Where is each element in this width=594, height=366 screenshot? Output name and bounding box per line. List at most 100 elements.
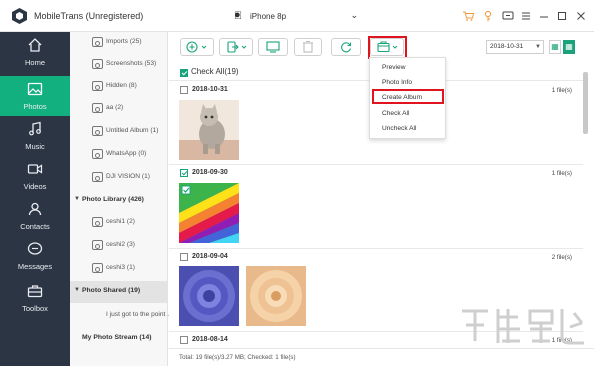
group-name: Photo Library (426) — [82, 196, 144, 203]
group-photo-stream[interactable]: My Photo Stream (14) — [70, 328, 168, 350]
nav-label: Toolbox — [22, 304, 48, 313]
shared-item-name: I just got to the point ... — [106, 311, 173, 318]
status-text: Total: 19 file(s)/3.27 MB; Checked: 1 fi… — [179, 354, 296, 361]
group-checkbox[interactable] — [180, 336, 188, 344]
date-filter[interactable]: 2018-10-31 ▼ — [486, 40, 544, 54]
album-item[interactable]: Untitled Album (1) — [70, 121, 168, 143]
album-item[interactable]: Imports (25) — [70, 32, 168, 54]
album-icon — [92, 217, 103, 227]
nav-label: Music — [25, 142, 45, 151]
device-name: iPhone 8p — [250, 12, 287, 21]
album-name: aa (2) — [106, 104, 124, 111]
nav-videos[interactable]: Videos — [0, 156, 70, 196]
close-icon[interactable] — [575, 10, 587, 22]
album-name: ceshi3 (1) — [106, 264, 135, 271]
group-photo-shared[interactable]: ▼ Photo Shared (19) — [70, 281, 168, 303]
album-name: ceshi2 (3) — [106, 241, 135, 248]
grid-view-button[interactable]: ▦ — [549, 40, 561, 54]
album-name: Imports (25) — [106, 38, 142, 45]
app-title: MobileTrans (Unregistered) — [34, 11, 144, 21]
highlight-box — [372, 89, 444, 104]
refresh-button[interactable] — [331, 38, 361, 56]
group-checkbox[interactable] — [180, 253, 188, 261]
collapse-triangle-icon: ▼ — [74, 196, 80, 202]
thumbnail-view-button[interactable]: ▦ — [563, 40, 575, 54]
divider — [169, 164, 583, 165]
device-selector[interactable]:  ● iPhone 8p ⌄ — [232, 9, 360, 25]
feedback-icon[interactable] — [502, 10, 514, 22]
check-all-label: Check All(19) — [191, 67, 239, 76]
add-button[interactable] — [180, 38, 214, 56]
group-file-count: 1 file(s) — [551, 170, 572, 177]
album-item[interactable]: aa (2) — [70, 98, 168, 120]
nav-contacts[interactable]: Contacts — [0, 196, 70, 236]
shared-item[interactable]: I just got to the point ... — [70, 305, 173, 327]
collapse-triangle-icon: ▼ — [74, 287, 80, 293]
album-item[interactable]: WhatsApp (0) — [70, 144, 168, 166]
nav-messages[interactable]: Messages — [0, 236, 70, 276]
cart-icon[interactable] — [462, 10, 475, 22]
minimize-icon[interactable] — [538, 10, 550, 22]
group-name: Photo Shared (19) — [82, 287, 141, 294]
refresh-icon — [341, 42, 352, 53]
photo-thumbnail-selected[interactable] — [179, 183, 239, 243]
album-icon — [92, 103, 103, 113]
home-icon — [28, 38, 42, 52]
nav-label: Contacts — [20, 222, 50, 231]
album-item[interactable]: Screenshots (53) — [70, 54, 168, 76]
purple-rose-photo — [179, 266, 239, 326]
title-bar: MobileTrans (Unregistered)  ● iPhone 8p… — [0, 0, 594, 32]
photo-thumbnail[interactable] — [246, 266, 306, 326]
photo-thumbnail[interactable] — [179, 100, 239, 160]
album-item[interactable]: ceshi2 (3) — [70, 235, 168, 257]
menu-item-uncheck-all[interactable]: Uncheck All — [370, 122, 447, 138]
album-name: DJI VISION (1) — [106, 173, 150, 180]
rainbow-photo — [179, 183, 239, 243]
menu-icon[interactable] — [520, 10, 532, 22]
delete-button[interactable] — [294, 38, 322, 56]
album-icon — [92, 37, 103, 47]
export-button[interactable] — [219, 38, 253, 56]
thumbnail-icon: ▦ — [565, 42, 573, 51]
music-icon — [29, 121, 41, 136]
kitten-photo — [179, 100, 239, 160]
chevron-down-icon: ⌄ — [350, 10, 358, 20]
watermark-logo — [462, 309, 584, 345]
status-bar: Total: 19 file(s)/3.27 MB; Checked: 1 fi… — [169, 348, 594, 366]
album-item[interactable]: Hidden (8) — [70, 76, 168, 98]
group-photo-library[interactable]: ▼ Photo Library (426) — [70, 190, 168, 212]
key-icon[interactable] — [482, 10, 494, 22]
album-item[interactable]: ceshi1 (2) — [70, 212, 168, 234]
menu-item-check-all[interactable]: Check All — [370, 107, 447, 123]
peach-rose-photo — [246, 266, 306, 326]
check-all-checkbox[interactable] — [180, 69, 188, 77]
album-name: Screenshots (53) — [106, 60, 157, 67]
contacts-icon — [28, 202, 42, 216]
export-to-pc-button[interactable] — [258, 38, 288, 56]
group-date: 2018-09-04 — [192, 253, 228, 260]
menu-item-preview[interactable]: Preview — [370, 61, 447, 77]
group-checkbox[interactable] — [180, 169, 188, 177]
group-file-count: 2 file(s) — [551, 254, 572, 261]
scrollbar[interactable] — [583, 72, 588, 134]
maximize-icon[interactable] — [556, 10, 568, 22]
nav-toolbox[interactable]: Toolbox — [0, 278, 70, 318]
album-name: ceshi1 (2) — [106, 218, 135, 225]
nav-music[interactable]: Music — [0, 116, 70, 156]
photos-icon — [27, 82, 43, 96]
album-icon — [92, 126, 103, 136]
messages-icon — [27, 242, 43, 255]
album-item[interactable]: ceshi3 (1) — [70, 258, 168, 280]
videos-icon — [27, 164, 43, 174]
add-icon — [186, 41, 207, 53]
divider — [169, 248, 583, 249]
album-icon — [92, 149, 103, 159]
nav-label: Home — [24, 58, 45, 67]
album-name: WhatsApp (0) — [106, 150, 147, 157]
album-item[interactable]: DJI VISION (1) — [70, 167, 168, 189]
nav-home[interactable]: Home — [0, 32, 70, 72]
export-icon — [227, 41, 247, 53]
group-checkbox[interactable] — [180, 86, 188, 94]
nav-photos[interactable]: Photos — [0, 76, 70, 116]
photo-thumbnail[interactable] — [179, 266, 239, 326]
